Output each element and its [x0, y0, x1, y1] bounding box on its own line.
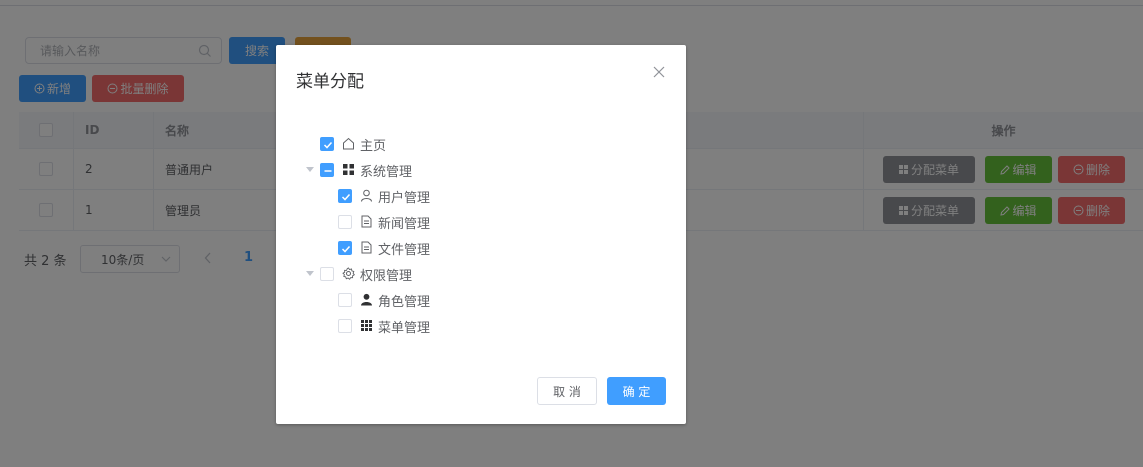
- person-filled-icon: [361, 293, 372, 306]
- tree-node-label: 菜单管理: [378, 321, 431, 336]
- home-icon: [343, 137, 354, 150]
- close-icon[interactable]: [652, 65, 666, 79]
- gear-icon: [342, 267, 355, 280]
- tree-node-label: 用户管理: [378, 191, 431, 206]
- document-icon: [361, 241, 372, 254]
- cancel-button[interactable]: 取 消: [537, 377, 597, 405]
- confirm-button[interactable]: 确 定: [607, 377, 666, 405]
- user-icon: [361, 189, 372, 202]
- tree-node-label: 文件管理: [378, 243, 431, 258]
- tree-checkbox-checked[interactable]: [320, 137, 334, 151]
- menu-grid-icon: [361, 320, 372, 331]
- tree-node-label: 新闻管理: [378, 217, 431, 232]
- tree-checkbox[interactable]: [320, 267, 334, 281]
- tree-checkbox[interactable]: [338, 215, 352, 229]
- tree-checkbox-indeterminate[interactable]: [320, 163, 334, 177]
- tree-node-label: 系统管理: [360, 165, 413, 180]
- tree-checkbox[interactable]: [338, 293, 352, 307]
- tree-checkbox-checked[interactable]: [338, 189, 352, 203]
- confirm-button-label: 确 定: [622, 384, 651, 399]
- dialog-title: 菜单分配: [296, 72, 364, 92]
- document-icon: [361, 215, 372, 228]
- cancel-button-label: 取 消: [553, 384, 581, 399]
- menu-assign-dialog: 菜单分配 主页 系统管理 用户管理 新闻管理 文件管理 权限管理 角色管理 菜单…: [276, 45, 686, 424]
- grid-icon: [343, 164, 354, 175]
- tree-checkbox[interactable]: [338, 319, 352, 333]
- tree-checkbox-checked[interactable]: [338, 241, 352, 255]
- tree-node-label: 角色管理: [378, 295, 431, 310]
- tree-node-label: 主页: [360, 139, 387, 154]
- tree-node-label: 权限管理: [360, 269, 413, 284]
- caret-down-icon[interactable]: [306, 271, 314, 276]
- caret-down-icon[interactable]: [306, 167, 314, 172]
